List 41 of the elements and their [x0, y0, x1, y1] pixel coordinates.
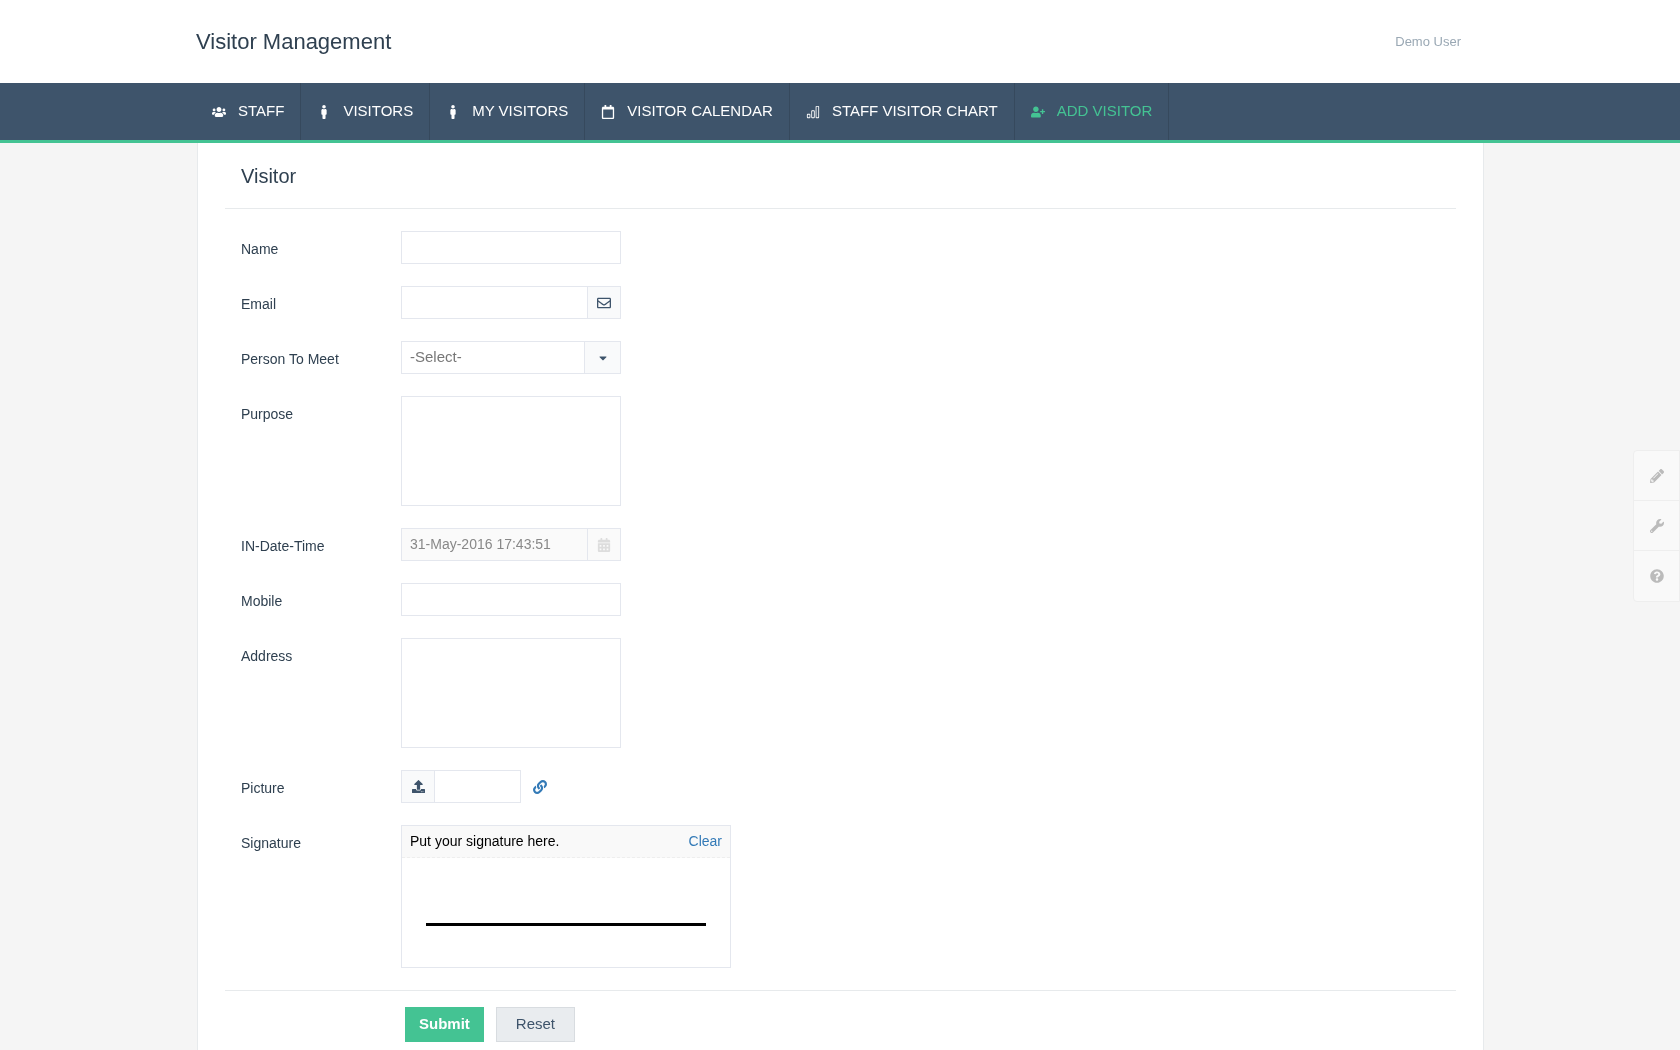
field-label: Purpose — [241, 405, 295, 424]
field-label: Name — [241, 240, 280, 259]
field-label: Email — [241, 295, 277, 314]
nav-tab[interactable]: VISITOR CALENDAR — [585, 83, 790, 140]
signature-prompt: Put your signature here. — [410, 832, 560, 851]
field-label: Signature — [241, 834, 302, 853]
nav-tab[interactable]: ADD VISITOR — [1014, 83, 1170, 140]
text-field[interactable] — [401, 583, 621, 616]
date-field[interactable]: 31-May-2016 17:43:51 — [401, 528, 621, 561]
text-area[interactable] — [401, 396, 621, 506]
file-picker[interactable] — [401, 770, 521, 803]
user-plus-icon — [1030, 104, 1045, 119]
field-label: Mobile — [241, 592, 284, 611]
nav-tab[interactable]: STAFF VISITOR CHART — [789, 83, 1015, 140]
clear-link[interactable]: Clear — [688, 831, 722, 852]
link-icon[interactable] — [533, 779, 547, 794]
select-dropdown[interactable]: -Select- — [401, 341, 621, 374]
upload-button[interactable] — [402, 771, 435, 802]
reset-button[interactable]: Reset — [495, 1007, 576, 1042]
field-label: Picture — [241, 779, 286, 798]
field-label: Address — [241, 647, 294, 666]
field-label: IN-Date-Time — [241, 537, 326, 556]
signature-pad[interactable]: Put your signature here. Clear — [401, 825, 731, 968]
calendar-icon — [601, 104, 616, 119]
nav-tab[interactable]: MY VISITORS — [430, 83, 586, 140]
envelope-icon — [597, 295, 611, 310]
bar-chart-icon — [805, 104, 820, 119]
calendar-icon — [597, 537, 611, 552]
users-icon — [212, 104, 226, 119]
email-field[interactable] — [401, 286, 621, 319]
text-area[interactable] — [401, 638, 621, 748]
help-icon — [1649, 569, 1664, 583]
nav-tab[interactable]: VISITORS — [301, 83, 431, 140]
pencil-icon — [1649, 468, 1664, 483]
text-field[interactable] — [401, 231, 621, 264]
nav-tab[interactable]: STAFF — [196, 83, 302, 140]
wrench-icon — [1649, 518, 1664, 533]
app-title: Visitor Management — [196, 28, 392, 56]
field-label: Person To Meet — [241, 350, 340, 369]
form-title: Visitor — [241, 163, 297, 189]
upload-icon — [411, 780, 425, 793]
